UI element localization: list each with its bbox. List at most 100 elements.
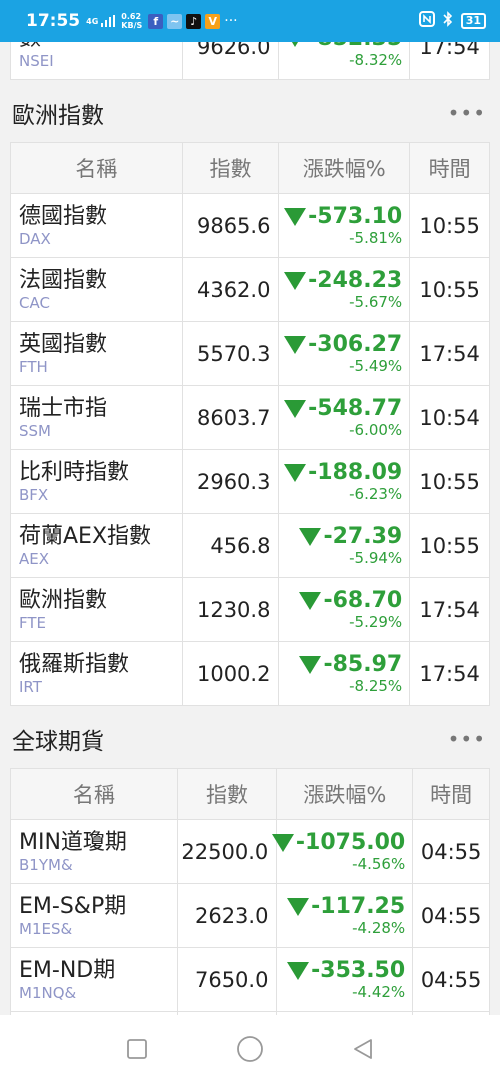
- back-button[interactable]: [343, 1029, 383, 1069]
- header-name: 名稱: [72, 783, 115, 807]
- index-name-cell: 比利時指數 BFX: [11, 450, 182, 513]
- index-name: 歐洲指數: [19, 588, 108, 613]
- index-name-cell: 英國指數 FTH: [11, 322, 182, 385]
- index-change: -117.25: [311, 894, 406, 919]
- circle-icon: [237, 1036, 263, 1062]
- notification-icons: f ~ ♪ V: [148, 13, 221, 29]
- more-options-icon[interactable]: •••: [448, 727, 486, 751]
- index-change-cell: -548.77 -6.00%: [278, 386, 409, 449]
- table-row[interactable]: EM-S&P期 M1ES& 2623.0 -117.25 -4.28% 04:55: [11, 883, 489, 947]
- index-change-cell: -188.09 -6.23%: [278, 450, 409, 513]
- index-code: B1YM&: [19, 856, 73, 874]
- table-row[interactable]: 歐洲指數 FTE 1230.8 -68.70 -5.29% 17:54: [11, 577, 489, 641]
- v-app-icon: V: [205, 13, 221, 29]
- index-code: NSEI: [19, 51, 54, 70]
- header-name: 名稱: [75, 157, 118, 181]
- index-change-pct: -5.29%: [349, 613, 403, 631]
- table-row[interactable]: MIN道瓊期 B1YM& 22500.0 -1075.00 -4.56% 04:55: [11, 819, 489, 883]
- index-time: 10:55: [409, 450, 489, 513]
- index-name-cell: 數 NSEI: [11, 42, 182, 79]
- header-time: 時間: [412, 769, 489, 819]
- index-name: 德國指數: [19, 204, 108, 229]
- facebook-icon: f: [148, 13, 164, 29]
- net-rate-value: 0.62: [121, 12, 142, 21]
- header-value: 指數: [181, 143, 279, 193]
- index-code: M1NQ&: [19, 984, 77, 1002]
- europe-section-header: 歐洲指數 •••: [0, 84, 500, 142]
- index-change-pct: -4.42%: [352, 983, 406, 1001]
- home-button[interactable]: [230, 1029, 270, 1069]
- index-change-cell: -248.23 -5.67%: [278, 258, 409, 321]
- index-name: MIN道瓊期: [19, 830, 127, 855]
- index-value: 2960.3: [181, 450, 279, 513]
- table-row[interactable]: 英國指數 FTH 5570.3 -306.27 -5.49% 17:54: [11, 321, 489, 385]
- index-name: 荷蘭AEX指數: [19, 524, 152, 549]
- nfc-icon: [418, 11, 435, 31]
- tiktok-icon: ♪: [186, 13, 202, 29]
- index-value: 5570.3: [181, 322, 279, 385]
- index-name-cell: MIN道瓊期 B1YM&: [11, 820, 177, 883]
- down-arrow-icon: [284, 335, 307, 354]
- index-change-pct: -5.94%: [349, 549, 403, 567]
- index-change: -573.10: [308, 204, 403, 229]
- futures-section-header: 全球期貨 •••: [0, 710, 500, 768]
- index-code: M1ES&: [19, 920, 73, 938]
- index-change-cell: -852.35 -8.32%: [278, 42, 409, 79]
- table-row[interactable]: 俄羅斯指數 IRT 1000.2 -85.97 -8.25% 17:54: [11, 641, 489, 705]
- status-right: 31: [418, 11, 486, 31]
- table-row[interactable]: EM-ND期 M1NQ& 7650.0 -353.50 -4.42% 04:55: [11, 947, 489, 1011]
- index-change-pct: -6.00%: [349, 421, 403, 439]
- down-arrow-icon: [299, 655, 322, 674]
- down-arrow-icon: [284, 463, 307, 482]
- index-name: 法國指數: [19, 268, 108, 293]
- index-code: AEX: [19, 550, 50, 568]
- index-time: 17:54: [409, 642, 489, 705]
- down-arrow-icon: [271, 833, 294, 852]
- table-row[interactable]: 德國指數 DAX 9865.6 -573.10 -5.81% 10:55: [11, 193, 489, 257]
- triangle-back-icon: [354, 1039, 373, 1059]
- index-value: 9865.6: [181, 194, 279, 257]
- index-name-cell: 瑞士市指 SSM: [11, 386, 182, 449]
- recent-apps-button[interactable]: [117, 1029, 157, 1069]
- index-value: 456.8: [181, 514, 279, 577]
- index-code: BFX: [19, 486, 49, 504]
- bluetooth-icon: [443, 11, 453, 31]
- header-change: 漲跌幅%: [278, 143, 409, 193]
- signal-icon: [101, 12, 116, 31]
- system-nav-bar: [0, 1015, 500, 1083]
- table-row[interactable]: 荷蘭AEX指數 AEX 456.8 -27.39 -5.94% 10:55: [11, 513, 489, 577]
- index-change: -306.27: [308, 332, 403, 357]
- index-change-cell: -1075.00 -4.56%: [271, 820, 412, 883]
- table-row[interactable]: 數 NSEI 9626.0 -852.35 -8.32% 17:54: [11, 42, 489, 79]
- status-bar: 17:55 4G 0.62 KB/S f ~ ♪ V ··· 31: [0, 0, 500, 42]
- down-arrow-icon: [287, 961, 310, 980]
- index-code: FTH: [19, 358, 48, 376]
- down-arrow-icon: [284, 207, 307, 226]
- index-change-cell: -573.10 -5.81%: [278, 194, 409, 257]
- index-time: 10:55: [409, 258, 489, 321]
- index-code: FTE: [19, 614, 47, 632]
- content-scroll[interactable]: 數 NSEI 9626.0 -852.35 -8.32% 17:54 歐洲指數 …: [0, 42, 500, 1015]
- down-arrow-icon: [287, 897, 310, 916]
- header-change: 漲跌幅%: [276, 769, 412, 819]
- index-time: 04:55: [412, 884, 489, 947]
- index-change: -248.23: [308, 268, 403, 293]
- index-time: 04:55: [412, 820, 489, 883]
- index-value: 1000.2: [181, 642, 279, 705]
- index-name: 瑞士市指: [19, 396, 108, 421]
- index-name-cell: 荷蘭AEX指數 AEX: [11, 514, 182, 577]
- table-row[interactable]: 比利時指數 BFX 2960.3 -188.09 -6.23% 10:55: [11, 449, 489, 513]
- table-row[interactable]: 法國指數 CAC 4362.0 -248.23 -5.67% 10:55: [11, 257, 489, 321]
- asia-index-table: 數 NSEI 9626.0 -852.35 -8.32% 17:54: [10, 42, 490, 80]
- table-row[interactable]: 瑞士市指 SSM 8603.7 -548.77 -6.00% 10:54: [11, 385, 489, 449]
- index-change: -188.09: [308, 460, 403, 485]
- index-code: IRT: [19, 678, 42, 696]
- index-name-cell: 俄羅斯指數 IRT: [11, 642, 182, 705]
- index-change: -353.50: [311, 958, 406, 983]
- more-options-icon[interactable]: •••: [448, 101, 486, 125]
- index-change-pct: -5.67%: [349, 293, 403, 311]
- futures-table: 名稱 指數 漲跌幅% 時間 MIN道瓊期 B1YM& 22500.0 -1075.00…: [10, 768, 490, 1015]
- down-arrow-icon: [284, 271, 307, 290]
- index-change: -68.70: [323, 588, 403, 613]
- index-change-pct: -4.28%: [352, 919, 406, 937]
